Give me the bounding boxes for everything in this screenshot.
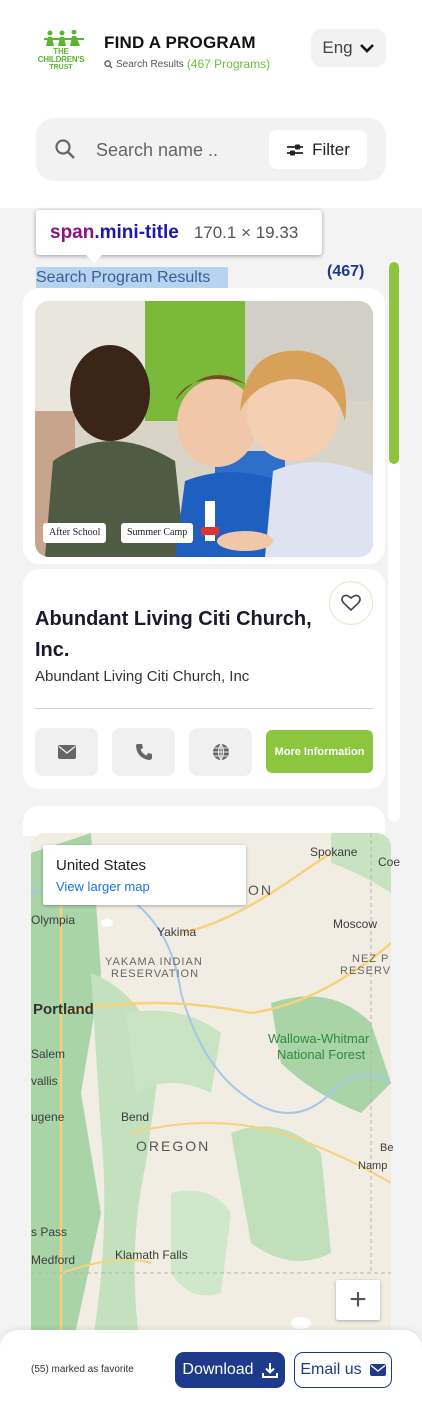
- map-label: Coe: [378, 855, 401, 869]
- filter-label: Filter: [312, 139, 350, 159]
- view-larger-map-link[interactable]: View larger map: [56, 879, 150, 894]
- results-mini-title: Search Program Results: [36, 267, 228, 288]
- map-label: Moscow: [333, 917, 378, 931]
- favorite-button[interactable]: [329, 581, 373, 625]
- map-label: ON: [248, 882, 273, 898]
- envelope-icon: [369, 1364, 386, 1376]
- page-title: FIND A PROGRAM: [104, 33, 256, 52]
- program-photo[interactable]: [35, 301, 373, 557]
- website-program-button[interactable]: [189, 728, 252, 776]
- map-label: Wallowa-Whitmar: [268, 1031, 370, 1046]
- email-program-button[interactable]: [35, 728, 98, 776]
- map-terrain-image: [31, 833, 391, 1353]
- map-label: National Forest: [277, 1047, 366, 1062]
- map-label: OREGON: [136, 1138, 211, 1154]
- map-label: Yakima: [157, 925, 197, 939]
- chevron-down-icon: [359, 44, 374, 53]
- email-us-label: Email us: [300, 1361, 362, 1378]
- category-tag: After School: [43, 523, 107, 543]
- program-organization: Abundant Living Citi Church, Inc: [35, 668, 250, 685]
- map-label: Bend: [121, 1110, 150, 1124]
- download-button[interactable]: Download: [175, 1352, 285, 1388]
- map-place-card: United States View larger map: [43, 845, 246, 905]
- footer-bar: (55) marked as favorite Download Email u…: [0, 1330, 422, 1411]
- search-results-label: Search Results: [116, 58, 184, 70]
- search-icon: [55, 139, 75, 159]
- program-map[interactable]: [31, 833, 391, 1353]
- tooltip-selector: span.mini-title: [50, 222, 179, 244]
- map-label: Be: [380, 1142, 394, 1154]
- language-label: Eng: [322, 38, 353, 57]
- map-place-title: United States: [56, 857, 147, 874]
- small-search-icon: [104, 59, 113, 69]
- map-label: Klamath Falls: [115, 1248, 188, 1262]
- map-label: Namp: [358, 1160, 388, 1172]
- map-label: Medford: [31, 1253, 76, 1267]
- map-zoom-in-button[interactable]: +: [336, 1280, 380, 1320]
- favorites-count: (55) marked as favorite: [31, 1364, 134, 1375]
- envelope-icon: [57, 745, 76, 759]
- more-information-button[interactable]: More Information: [266, 730, 373, 773]
- tooltip-tag: span: [50, 221, 95, 243]
- logo-figures-icon: [44, 30, 84, 46]
- search-bar: Filter: [36, 118, 386, 181]
- map-label: vallis: [31, 1074, 58, 1088]
- tooltip-dimensions: 170.1 × 19.33: [193, 222, 299, 242]
- card-divider: [35, 708, 373, 709]
- download-label: Download: [182, 1361, 254, 1378]
- filter-button[interactable]: Filter: [269, 130, 367, 169]
- map-label: NEZ P: [352, 953, 390, 965]
- tooltip-class: .mini-title: [94, 221, 179, 243]
- email-us-button[interactable]: Email us: [294, 1352, 392, 1388]
- heart-icon: [341, 594, 361, 612]
- map-label: s Pass: [31, 1225, 68, 1239]
- language-selector[interactable]: Eng: [311, 29, 386, 67]
- map-label: Olympia: [31, 913, 76, 927]
- sliders-icon: [287, 144, 304, 155]
- tooltip-arrow: [86, 255, 102, 263]
- map-label: Spokane: [310, 845, 358, 859]
- next-program-card[interactable]: [23, 806, 385, 836]
- program-name[interactable]: Abundant Living Citi Church, Inc.: [35, 604, 325, 666]
- map-label: YAKAMA INDIAN: [105, 956, 203, 968]
- globe-icon: [212, 743, 229, 761]
- logo-text-trust: TRUST: [49, 64, 73, 71]
- map-label: Salem: [31, 1047, 66, 1061]
- children-photo-image: [35, 301, 373, 557]
- search-results-summary: Search Results (467 Programs): [104, 57, 270, 71]
- download-icon: [261, 1363, 278, 1378]
- results-count: (467): [327, 263, 365, 280]
- header: THE CHILDREN'S TRUST FIND A PROGRAM Sear…: [0, 0, 422, 110]
- childrens-trust-logo[interactable]: THE CHILDREN'S TRUST: [34, 30, 88, 72]
- map-label: RESERVATION: [111, 968, 200, 980]
- map-label: ugene: [31, 1110, 65, 1124]
- map-label: Portland: [33, 1001, 94, 1018]
- logo-text-childrens: CHILDREN'S: [37, 55, 85, 64]
- search-input[interactable]: [94, 134, 274, 166]
- category-tag: Summer Camp: [121, 523, 194, 543]
- results-scrollbar-thumb[interactable]: [389, 262, 399, 464]
- devtools-inspect-tooltip: span.mini-title 170.1 × 19.33: [36, 210, 322, 263]
- map-label: RESERV: [340, 965, 392, 977]
- phone-icon: [135, 744, 152, 760]
- call-program-button[interactable]: [112, 728, 175, 776]
- program-count: (467 Programs): [186, 57, 271, 71]
